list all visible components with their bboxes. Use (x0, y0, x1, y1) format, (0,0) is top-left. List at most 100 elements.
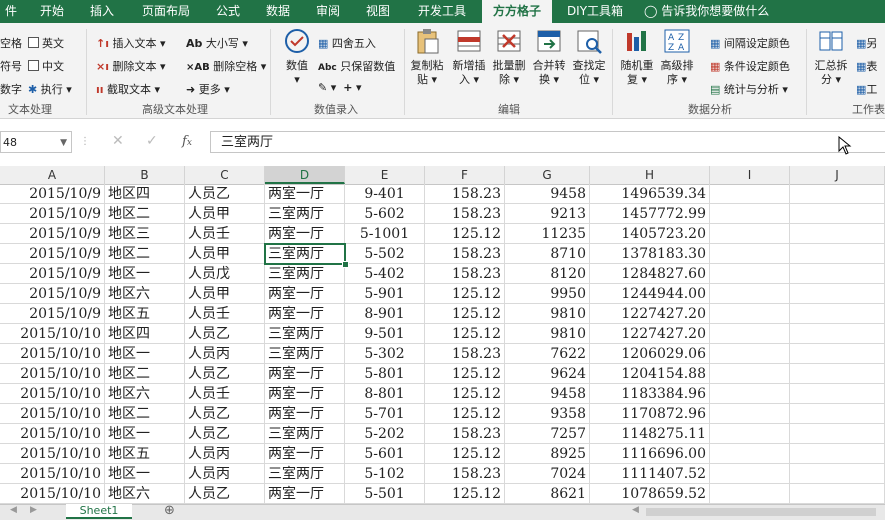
interval-color-button[interactable]: ▦ 间隔设定颜色 (710, 35, 790, 51)
cell-layout[interactable]: 两室一厅 (265, 404, 345, 424)
cell-date[interactable]: 2015/10/10 (0, 404, 105, 424)
cell-staff[interactable]: 人员壬 (185, 224, 265, 244)
sheet-side-button-1[interactable]: ▦另 (856, 35, 877, 51)
stats-analysis-button[interactable]: ▤ 统计与分析 ▾ (710, 81, 788, 97)
cell-region[interactable]: 地区一 (105, 264, 185, 284)
cell-region[interactable]: 地区四 (105, 324, 185, 344)
cell-total[interactable]: 1284827.60 (590, 264, 710, 284)
cell-region[interactable]: 地区四 (105, 184, 185, 204)
cell-empty[interactable] (790, 404, 885, 424)
cell-price[interactable]: 9213 (505, 204, 590, 224)
cell-empty[interactable] (790, 184, 885, 204)
cell-total[interactable]: 1206029.06 (590, 344, 710, 364)
num-extra-buttons[interactable]: ✎ ▾ + ▾ (318, 81, 361, 94)
cell-price[interactable]: 8120 (505, 264, 590, 284)
cell-unit[interactable]: 5-901 (345, 284, 425, 304)
sheet-side-button-3[interactable]: ▦工 (856, 81, 877, 97)
cell-date[interactable]: 2015/10/10 (0, 464, 105, 484)
cell-price[interactable]: 9358 (505, 404, 590, 424)
cell-staff[interactable]: 人员甲 (185, 284, 265, 304)
cancel-icon[interactable]: ✕ (112, 133, 124, 149)
cell-empty[interactable] (710, 384, 790, 404)
cell-date[interactable]: 2015/10/9 (0, 264, 105, 284)
column-header-i[interactable]: I (710, 166, 790, 184)
merge-convert-button[interactable]: 合并转换 ▾ (528, 27, 570, 87)
cell-total[interactable]: 1378183.30 (590, 244, 710, 264)
cell-empty[interactable] (710, 484, 790, 504)
cell-empty[interactable] (790, 424, 885, 444)
cell-empty[interactable] (790, 464, 885, 484)
tab-insert[interactable]: 插入 (82, 0, 122, 23)
cell-total[interactable]: 1227427.20 (590, 304, 710, 324)
ribbon-execute-button[interactable]: ✱ 执行 ▾ (28, 81, 72, 97)
cell-unit[interactable]: 5-402 (345, 264, 425, 284)
cell-unit[interactable]: 5-501 (345, 484, 425, 504)
cell-layout[interactable]: 三室两厅 (265, 264, 345, 284)
cell-empty[interactable] (710, 224, 790, 244)
cell-layout[interactable]: 三室两厅 (265, 324, 345, 344)
cell-price[interactable]: 8621 (505, 484, 590, 504)
conditional-color-button[interactable]: ▦ 条件设定颜色 (710, 58, 790, 74)
cell-empty[interactable] (790, 344, 885, 364)
cell-date[interactable]: 2015/10/10 (0, 444, 105, 464)
cell-price[interactable]: 7024 (505, 464, 590, 484)
cell-unit[interactable]: 5-601 (345, 444, 425, 464)
cell-total[interactable]: 1457772.99 (590, 204, 710, 224)
cell-empty[interactable] (790, 444, 885, 464)
ribbon-chinese-checkbox[interactable]: 中文 (28, 58, 64, 74)
cell-layout[interactable]: 三室两厅 (265, 464, 345, 484)
copy-paste-button[interactable]: 复制粘贴 ▾ (406, 27, 448, 87)
cell-date[interactable]: 2015/10/10 (0, 424, 105, 444)
cell-total[interactable]: 1116696.00 (590, 444, 710, 464)
cell-date[interactable]: 2015/10/9 (0, 184, 105, 204)
sheet-nav-left-icon[interactable]: ◀ (10, 505, 17, 515)
cell-region[interactable]: 地区二 (105, 404, 185, 424)
cell-staff[interactable]: 人员乙 (185, 184, 265, 204)
cell-region[interactable]: 地区一 (105, 464, 185, 484)
cell-layout[interactable]: 三室两厅 (265, 424, 345, 444)
keep-value-button[interactable]: Abc 只保留数值 (318, 58, 395, 74)
cell-unit[interactable]: 9-401 (345, 184, 425, 204)
cell-unit[interactable]: 9-501 (345, 324, 425, 344)
column-header-a[interactable]: A (0, 166, 105, 184)
cell-unit[interactable]: 5-1001 (345, 224, 425, 244)
cell-empty[interactable] (710, 324, 790, 344)
cell-region[interactable]: 地区六 (105, 284, 185, 304)
cell-area[interactable]: 125.12 (425, 444, 505, 464)
cell-total[interactable]: 1496539.34 (590, 184, 710, 204)
summary-split-button[interactable]: 汇总拆分 ▾ (810, 27, 852, 87)
cell-total[interactable]: 1148275.11 (590, 424, 710, 444)
column-header-g[interactable]: G (505, 166, 590, 184)
cell-date[interactable]: 2015/10/9 (0, 204, 105, 224)
cell-staff[interactable]: 人员乙 (185, 424, 265, 444)
cell-area[interactable]: 125.12 (425, 304, 505, 324)
cell-staff[interactable]: 人员丙 (185, 444, 265, 464)
sheet-tab-sheet1[interactable]: Sheet1 (66, 504, 132, 519)
cell-layout[interactable]: 两室一厅 (265, 444, 345, 464)
insert-text-button[interactable]: ↑ı 插入文本 ▾ (96, 35, 166, 51)
cell-empty[interactable] (790, 264, 885, 284)
cell-region[interactable]: 地区二 (105, 364, 185, 384)
cell-layout[interactable]: 两室一厅 (265, 364, 345, 384)
cell-empty[interactable] (790, 204, 885, 224)
cell-total[interactable]: 1111407.52 (590, 464, 710, 484)
cell-price[interactable]: 7622 (505, 344, 590, 364)
cell-total[interactable]: 1227427.20 (590, 324, 710, 344)
cell-price[interactable]: 9624 (505, 364, 590, 384)
cell-date[interactable]: 2015/10/10 (0, 324, 105, 344)
ribbon-number-option[interactable]: 数字 (0, 81, 22, 97)
tab-file[interactable]: 件 (0, 0, 22, 23)
ribbon-symbol-option[interactable]: 符号 (0, 58, 22, 74)
column-header-e[interactable]: E (345, 166, 425, 184)
cell-area[interactable]: 158.23 (425, 204, 505, 224)
cell-unit[interactable]: 5-202 (345, 424, 425, 444)
delete-text-button[interactable]: ×ı 删除文本 ▾ (96, 58, 166, 74)
cell-date[interactable]: 2015/10/9 (0, 304, 105, 324)
cell-total[interactable]: 1078659.52 (590, 484, 710, 504)
cell-layout[interactable]: 两室一厅 (265, 304, 345, 324)
cell-empty[interactable] (790, 284, 885, 304)
cell-layout[interactable]: 三室两厅 (265, 344, 345, 364)
cell-area[interactable]: 158.23 (425, 344, 505, 364)
cell-staff[interactable]: 人员壬 (185, 304, 265, 324)
cell-layout[interactable]: 两室一厅 (265, 224, 345, 244)
